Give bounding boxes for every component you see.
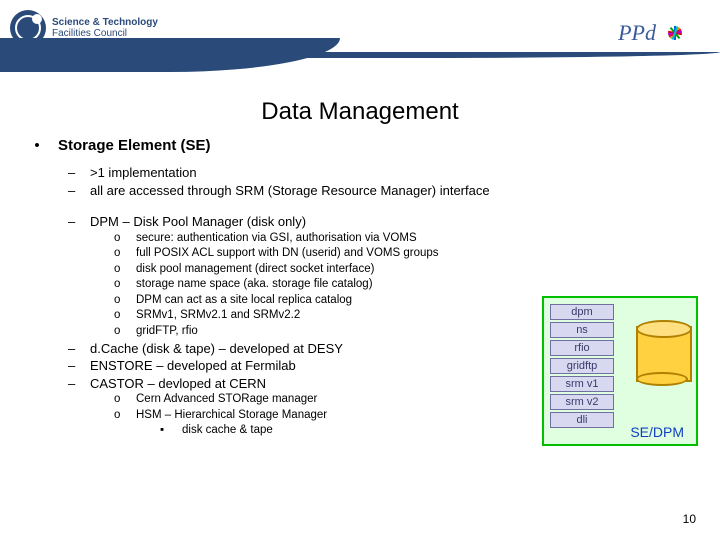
ppd-text: PPd: [618, 20, 656, 46]
lvl3-text: DPM can act as a site local replica cata…: [136, 293, 352, 309]
dash-icon: –: [68, 182, 80, 200]
circle-icon: o: [114, 246, 126, 262]
page-number: 10: [683, 512, 696, 526]
lvl3-text: gridFTP, rfio: [136, 324, 198, 340]
circle-icon: o: [114, 308, 126, 324]
lvl3-text: HSM – Hierarchical Storage Manager: [136, 408, 327, 424]
lvl2-text: d.Cache (disk & tape) – developed at DES…: [90, 340, 343, 358]
bullet-lvl3: o DPM can act as a site local replica cat…: [114, 293, 540, 309]
lvl3-text: secure: authentication via GSI, authoris…: [136, 231, 417, 247]
lvl1-text: Storage Element (SE): [58, 136, 211, 156]
bullet-lvl2: –DPM – Disk Pool Manager (disk only): [68, 213, 540, 231]
diagram-box: rfio: [550, 340, 614, 356]
cylinder-icon: [636, 320, 688, 384]
lvl4-text: disk cache & tape: [182, 423, 273, 439]
diagram-box: dli: [550, 412, 614, 428]
lvl3-text: SRMv1, SRMv2.1 and SRMv2.2: [136, 308, 300, 324]
circle-icon: o: [114, 277, 126, 293]
bullet-lvl2: –CASTOR – devloped at CERN: [68, 375, 540, 393]
diagram-box: gridftp: [550, 358, 614, 374]
bullet-lvl3: o Cern Advanced STORage manager: [114, 392, 540, 408]
stfc-logo-text: Science & Technology Facilities Council: [52, 17, 158, 39]
square-icon: ▪: [160, 423, 172, 439]
slide-title: Data Management: [0, 98, 720, 126]
bullet-lvl3: o storage name space (aka. storage file c…: [114, 277, 540, 293]
burst-icon: [660, 18, 690, 48]
lvl2-text: all are accessed through SRM (Storage Re…: [90, 182, 490, 200]
se-dpm-diagram: dpm ns rfio gridftp srm v1 srm v2 dli SE…: [542, 296, 698, 446]
lvl3-text: disk pool management (direct socket inte…: [136, 262, 374, 278]
bullet-lvl4: ▪ disk cache & tape: [160, 423, 540, 439]
dash-icon: –: [68, 340, 80, 358]
bullet-lvl3: o gridFTP, rfio: [114, 324, 540, 340]
lvl2-text: CASTOR – devloped at CERN: [90, 375, 266, 393]
circle-icon: o: [114, 262, 126, 278]
lvl3-text: Cern Advanced STORage manager: [136, 392, 317, 408]
bullet-lvl3: o SRMv1, SRMv2.1 and SRMv2.2: [114, 308, 540, 324]
dash-icon: –: [68, 357, 80, 375]
dash-icon: –: [68, 213, 80, 231]
bullet-lvl3: o secure: authentication via GSI, authori…: [114, 231, 540, 247]
circle-icon: o: [114, 231, 126, 247]
diagram-box: dpm: [550, 304, 614, 320]
bullet-lvl3: o disk pool management (direct socket int…: [114, 262, 540, 278]
lvl2-text: >1 implementation: [90, 164, 197, 182]
stfc-line1: Science & Technology: [52, 17, 158, 28]
bullet-lvl1: • Storage Element (SE): [30, 136, 690, 156]
circle-icon: o: [114, 324, 126, 340]
diagram-label: SE/DPM: [630, 424, 684, 440]
bullet-lvl2: –ENSTORE – developed at Fermilab: [68, 357, 540, 375]
bullet-lvl2: –all are accessed through SRM (Storage R…: [68, 182, 540, 200]
diagram-box: srm v2: [550, 394, 614, 410]
circle-icon: o: [114, 408, 126, 424]
header-swoosh: [0, 50, 720, 80]
bullet-lvl3: o HSM – Hierarchical Storage Manager: [114, 408, 540, 424]
circle-icon: o: [114, 392, 126, 408]
bullet-lvl2: –d.Cache (disk & tape) – developed at DE…: [68, 340, 540, 358]
diagram-box: srm v1: [550, 376, 614, 392]
lvl3-text: full POSIX ACL support with DN (userid) …: [136, 246, 439, 262]
ppd-logo: PPd: [618, 18, 690, 48]
bullet-dot-icon: •: [30, 136, 44, 156]
bullet-lvl3: o full POSIX ACL support with DN (userid)…: [114, 246, 540, 262]
diagram-box: ns: [550, 322, 614, 338]
dash-icon: –: [68, 375, 80, 393]
slide-header: Science & Technology Facilities Council …: [0, 0, 720, 80]
circle-icon: o: [114, 293, 126, 309]
lvl3-text: storage name space (aka. storage file ca…: [136, 277, 373, 293]
dash-icon: –: [68, 164, 80, 182]
diagram-stack: dpm ns rfio gridftp srm v1 srm v2 dli: [550, 304, 614, 428]
lvl2-text: ENSTORE – developed at Fermilab: [90, 357, 296, 375]
lvl2-text: DPM – Disk Pool Manager (disk only): [90, 213, 306, 231]
bullet-lvl2: –>1 implementation: [68, 164, 540, 182]
